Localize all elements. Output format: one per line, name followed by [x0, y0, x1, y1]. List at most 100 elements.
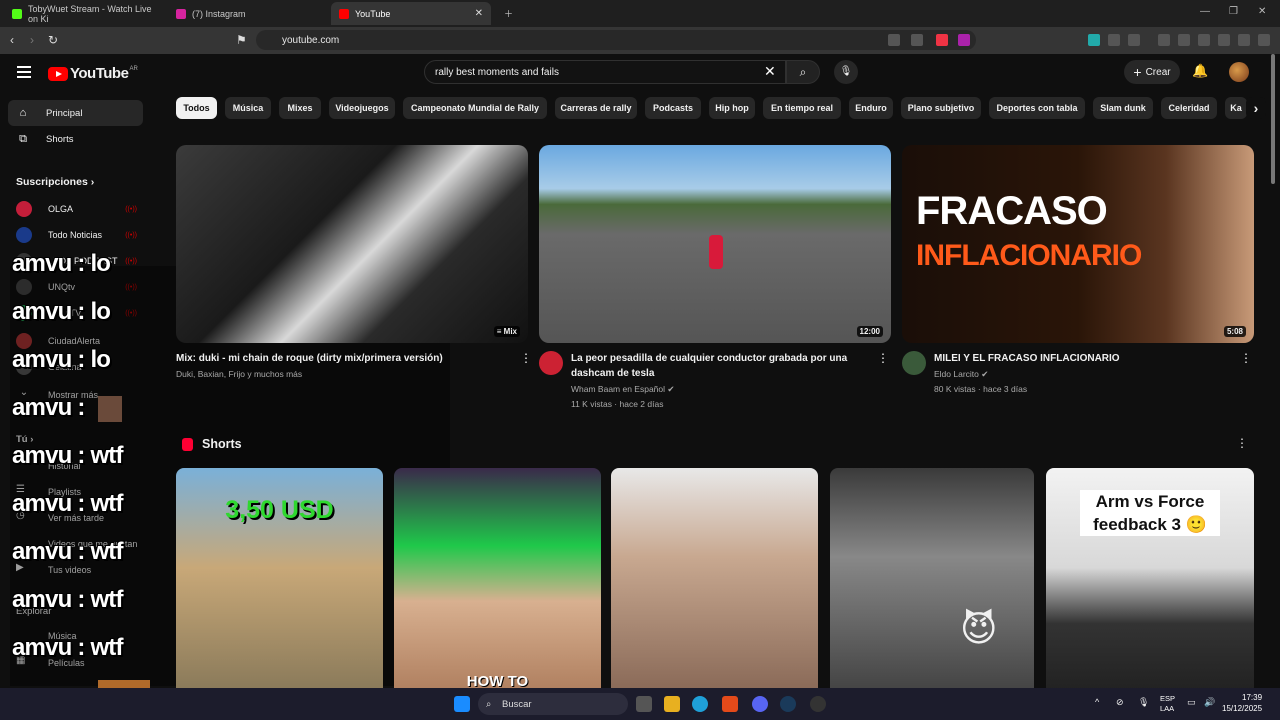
short-card[interactable]: 😈	[830, 468, 1034, 688]
voice-search-icon[interactable]: 🎙	[834, 60, 858, 84]
extension-icon[interactable]	[1088, 34, 1100, 46]
tab-youtube[interactable]: YouTube ✕	[331, 2, 491, 25]
steam-icon[interactable]	[780, 696, 796, 712]
video-channel[interactable]: Eldo Larcito ✔	[934, 369, 988, 380]
sidebar-channel[interactable]: OLGA ((•))	[8, 196, 143, 222]
video-thumbnail[interactable]: ≡ Mix	[176, 145, 528, 343]
file-explorer-icon[interactable]	[664, 696, 680, 712]
chip[interactable]: Slam dunk	[1093, 97, 1153, 119]
chip[interactable]: Música	[225, 97, 271, 119]
more-options-icon[interactable]: ⋮	[877, 351, 889, 365]
chevron-up-icon[interactable]: ^	[1095, 697, 1099, 707]
chevron-right-icon[interactable]: ›	[1246, 97, 1266, 119]
sidebar-icon[interactable]	[1178, 34, 1190, 46]
chip[interactable]: Videojuegos	[329, 97, 395, 119]
more-options-icon[interactable]: ⋮	[1236, 436, 1248, 450]
girl-figure	[709, 235, 723, 269]
hamburger-menu-icon[interactable]	[17, 66, 31, 81]
edge-icon[interactable]	[692, 696, 708, 712]
new-tab-button[interactable]: ＋	[496, 2, 521, 25]
wallet-icon[interactable]	[1198, 34, 1210, 46]
ai-icon[interactable]	[1218, 34, 1230, 46]
notifications-icon[interactable]: 🔔	[1192, 63, 1208, 79]
tab-instagram[interactable]: (7) Instagram	[168, 2, 328, 25]
video-title[interactable]: Mix: duki - mi chain de roque (dirty mix…	[176, 351, 506, 366]
subscriptions-label: Suscripciones	[16, 176, 88, 188]
chip[interactable]: Carreras de rally	[555, 97, 637, 119]
volume-icon[interactable]: 🔊	[1204, 697, 1215, 708]
bookmark-icon[interactable]: ⚑	[236, 33, 247, 47]
chip[interactable]: Podcasts	[645, 97, 701, 119]
chip[interactable]: Plano subjetivo	[901, 97, 981, 119]
vpn-icon[interactable]	[1238, 34, 1250, 46]
music-icon[interactable]	[1158, 34, 1170, 46]
back-icon[interactable]: ‹	[10, 33, 14, 47]
brave-shield-icon[interactable]	[936, 34, 948, 46]
chip[interactable]: Campeonato Mundial de Rally	[403, 97, 547, 119]
rewards-icon[interactable]	[958, 34, 970, 46]
create-button[interactable]: + Crear	[1124, 60, 1180, 84]
short-card[interactable]	[611, 468, 818, 688]
url-field[interactable]: youtube.com	[256, 30, 976, 50]
menu-icon[interactable]	[1258, 34, 1270, 46]
video-channel[interactable]: Wham Baam en Español ✔	[571, 384, 675, 395]
close-tab-icon[interactable]: ✕	[475, 8, 483, 19]
video-channel[interactable]: Duki, Baxian, Frijo y muchos más	[176, 369, 302, 379]
chip[interactable]: En tiempo real	[763, 97, 841, 119]
brave-icon[interactable]	[722, 696, 738, 712]
taskbar-search[interactable]: ⌕ Buscar	[478, 693, 628, 715]
search-input[interactable]: rally best moments and fails	[424, 60, 786, 84]
cast-icon[interactable]	[888, 34, 900, 46]
avatar[interactable]	[902, 351, 926, 375]
taskbar-search-label: Buscar	[502, 698, 532, 710]
mic-icon[interactable]: 🎙	[1138, 697, 1149, 708]
avatar[interactable]	[1229, 62, 1249, 82]
video-title[interactable]: La peor pesadilla de cualquier conductor…	[571, 351, 861, 381]
video-thumbnail[interactable]: 12:00	[539, 145, 891, 343]
network-icon[interactable]: ⊘	[1116, 697, 1124, 708]
chat-message: amvu : wtf	[12, 586, 124, 613]
subscriptions-heading[interactable]: Suscripciones ›	[16, 176, 94, 188]
share-icon[interactable]	[911, 34, 923, 46]
chip[interactable]: Hip hop	[709, 97, 755, 119]
reload-icon[interactable]: ↻	[48, 33, 58, 47]
extension-icon[interactable]	[1108, 34, 1120, 46]
close-window-icon[interactable]: ✕	[1258, 6, 1266, 17]
clock[interactable]: 17:39 15/12/2025	[1222, 692, 1262, 714]
obs-icon[interactable]	[810, 696, 826, 712]
minimize-icon[interactable]: —	[1200, 6, 1210, 17]
video-thumbnail[interactable]: FRACASO INFLACIONARIO 5:08	[902, 145, 1254, 343]
short-card[interactable]: Arm vs Force feedback 3 🙂	[1046, 468, 1254, 688]
chat-message: amvu : wtf	[12, 538, 124, 565]
scrollbar[interactable]	[1271, 54, 1275, 184]
short-card[interactable]: HOW TO	[394, 468, 601, 688]
chip[interactable]: Todos	[176, 97, 217, 119]
extension-icon[interactable]	[1128, 34, 1140, 46]
chip[interactable]: Celeridad	[1161, 97, 1217, 119]
sidebar-item-shorts[interactable]: ⧉ Shorts	[8, 126, 143, 152]
youtube-logo[interactable]: YouTube AR	[48, 65, 138, 82]
search-button[interactable]: ⌕	[786, 60, 820, 84]
more-options-icon[interactable]: ⋮	[1240, 351, 1252, 365]
sidebar-item-principal[interactable]: ⌂ Principal	[8, 100, 143, 126]
chip[interactable]: Mixes	[279, 97, 321, 119]
language-indicator[interactable]: ESP LAA	[1160, 694, 1175, 714]
chip[interactable]: Deportes con tabla	[989, 97, 1085, 119]
chat-message: amvu : wtf	[12, 634, 124, 661]
short-card[interactable]: 3,50 USD	[176, 468, 383, 688]
forward-icon[interactable]: ›	[30, 33, 34, 47]
clear-search-icon[interactable]: ✕	[764, 63, 776, 80]
avatar[interactable]	[539, 351, 563, 375]
chip[interactable]: Enduro	[849, 97, 893, 119]
verified-icon: ✔	[667, 384, 675, 394]
task-view-icon[interactable]	[636, 696, 652, 712]
monitor-icon[interactable]: ▭	[1187, 697, 1196, 708]
video-title[interactable]: MILEI Y EL FRACASO INFLACIONARIO	[934, 351, 1234, 366]
windows-start-icon[interactable]	[454, 696, 470, 712]
discord-icon[interactable]	[752, 696, 768, 712]
sidebar-channel[interactable]: Todo Noticias ((•))	[8, 222, 143, 248]
maximize-icon[interactable]: ❐	[1229, 6, 1238, 17]
more-options-icon[interactable]: ⋮	[520, 351, 532, 365]
tab-kick[interactable]: TobyWuet Stream - Watch Live on Ki	[4, 2, 164, 25]
chip[interactable]: Ka	[1225, 97, 1247, 119]
